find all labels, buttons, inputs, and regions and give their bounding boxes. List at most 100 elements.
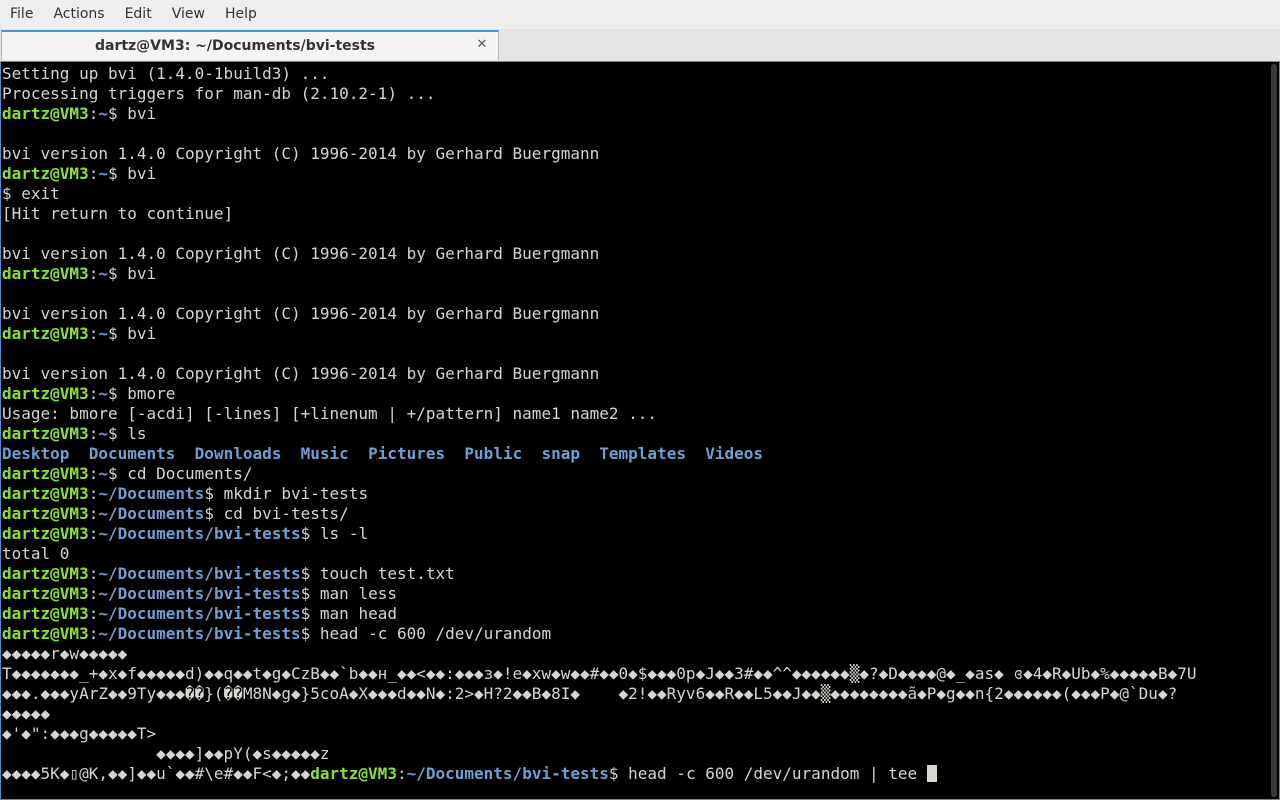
terminal-text: : — [88, 484, 99, 503]
terminal-scrollbar[interactable] — [1269, 64, 1277, 797]
menubar: File Actions Edit View Help — [0, 0, 1280, 29]
prompt-path: ~ — [98, 164, 108, 183]
menu-actions[interactable]: Actions — [43, 0, 114, 29]
terminal-text: $ bvi — [107, 164, 157, 183]
terminal-text: : — [88, 624, 99, 643]
menu-help[interactable]: Help — [215, 0, 267, 29]
terminal-text: $ ls — [107, 424, 147, 443]
prompt-path: ~ — [98, 324, 108, 343]
terminal-text: $ bvi — [107, 104, 157, 123]
terminal-text: $ head -c 600 /dev/urandom — [300, 624, 552, 643]
prompt-user: dartz@VM3 — [2, 164, 89, 183]
close-icon[interactable]: ✕ — [474, 37, 490, 53]
prompt-path: ~ — [98, 464, 108, 483]
terminal-line: ◆◆◆◆]◆◆pY(◆s◆◆◆◆◆z — [2, 744, 1268, 764]
terminal-output: Setting up bvi (1.4.0-1build3) ... Proces… — [2, 64, 1268, 784]
terminal-line: ◆◆◆◆5K◆▯@K,◆◆]◆◆u`◆◆#\e#◆◆F<◆;◆◆dartz@VM… — [2, 764, 1268, 784]
prompt-path: ~/Documents/bvi-tests — [406, 764, 609, 783]
directory-name: Music — [300, 444, 349, 463]
terminal-line: ◆◆◆◆◆ — [2, 704, 1268, 724]
terminal-tab[interactable]: dartz@VM3: ~/Documents/bvi-tests ✕ — [1, 30, 499, 60]
terminal-text: T◆◆◆◆◆◆◆_+◆x◆f◆◆◆◆◆d)◆◆q◆◆t◆g◆CzB◆◆`b◆◆н… — [2, 664, 1197, 683]
terminal-text: : — [88, 524, 99, 543]
terminal-line: dartz@VM3:~$ bvi — [2, 264, 1268, 284]
terminal-line: bvi version 1.4.0 Copyright (C) 1996-201… — [2, 304, 1268, 324]
prompt-user: dartz@VM3 — [2, 584, 89, 603]
terminal-text: bvi version 1.4.0 Copyright (C) 1996-201… — [2, 144, 600, 163]
prompt-user: dartz@VM3 — [2, 484, 89, 503]
terminal-line: ◆'◆":◆◆◆g◆◆◆◆◆T> — [2, 724, 1268, 744]
terminal-line: bvi version 1.4.0 Copyright (C) 1996-201… — [2, 144, 1268, 164]
terminal-text: : — [88, 504, 99, 523]
terminal-text: : — [88, 584, 99, 603]
terminal-text: : — [88, 604, 99, 623]
terminal-line: dartz@VM3:~$ bvi — [2, 104, 1268, 124]
scrollbar-thumb[interactable] — [1271, 64, 1277, 797]
prompt-path: ~ — [98, 264, 108, 283]
terminal-line: dartz@VM3:~$ cd Documents/ — [2, 464, 1268, 484]
directory-name: Pictures — [368, 444, 446, 463]
prompt-user: dartz@VM3 — [2, 424, 89, 443]
terminal-line: dartz@VM3:~$ bvi — [2, 164, 1268, 184]
terminal-line: dartz@VM3:~$ ls — [2, 424, 1268, 444]
menu-file[interactable]: File — [0, 0, 43, 29]
tab-bar: dartz@VM3: ~/Documents/bvi-tests ✕ — [0, 29, 1280, 61]
terminal-line: dartz@VM3:~/Documents$ mkdir bvi-tests — [2, 484, 1268, 504]
terminal-text: $ head -c 600 /dev/urandom | tee — [608, 764, 927, 783]
prompt-user: dartz@VM3 — [2, 604, 89, 623]
terminal-line: dartz@VM3:~/Documents/bvi-tests$ ls -l — [2, 524, 1268, 544]
terminal-text: $ cd bvi-tests/ — [204, 504, 349, 523]
terminal-text: $ touch test.txt — [300, 564, 455, 583]
terminal-text: bvi version 1.4.0 Copyright (C) 1996-201… — [2, 244, 600, 263]
prompt-path: ~/Documents/bvi-tests — [98, 524, 301, 543]
terminal-text: Usage: bmore [-acdi] [-lines] [+linenum … — [2, 404, 658, 423]
menu-view[interactable]: View — [162, 0, 215, 29]
terminal-line: dartz@VM3:~/Documents/bvi-tests$ head -c… — [2, 624, 1268, 644]
terminal-line: bvi version 1.4.0 Copyright (C) 1996-201… — [2, 364, 1268, 384]
tab-title: dartz@VM3: ~/Documents/bvi-tests — [94, 38, 376, 54]
menu-edit[interactable]: Edit — [115, 0, 162, 29]
terminal-line: Processing triggers for man-db (2.10.2-1… — [2, 84, 1268, 104]
prompt-path: ~/Documents/bvi-tests — [98, 564, 301, 583]
terminal-line: dartz@VM3:~/Documents/bvi-tests$ touch t… — [2, 564, 1268, 584]
terminal-view[interactable]: Setting up bvi (1.4.0-1build3) ... Proces… — [0, 61, 1280, 800]
prompt-user: dartz@VM3 — [2, 504, 89, 523]
prompt-user: dartz@VM3 — [2, 524, 89, 543]
terminal-line: T◆◆◆◆◆◆◆_+◆x◆f◆◆◆◆◆d)◆◆q◆◆t◆g◆CzB◆◆`b◆◆н… — [2, 664, 1268, 684]
prompt-path: ~ — [98, 384, 108, 403]
terminal-line: dartz@VM3:~/Documents/bvi-tests$ man les… — [2, 584, 1268, 604]
prompt-path: ~ — [98, 104, 108, 123]
prompt-path: ~/Documents — [98, 484, 205, 503]
directory-name: Desktop — [2, 444, 70, 463]
terminal-text: ◆'◆":◆◆◆g◆◆◆◆◆T> — [2, 724, 157, 743]
terminal-line: dartz@VM3:~/Documents/bvi-tests$ man hea… — [2, 604, 1268, 624]
terminal-text: ◆◆◆◆◆r◆w◆◆◆◆◆ — [2, 644, 128, 663]
terminal-text: $ bvi — [107, 324, 157, 343]
terminal-text: bvi version 1.4.0 Copyright (C) 1996-201… — [2, 364, 600, 383]
terminal-line: ◆◆◆.◆◆◆yArZ◆◆9Ty◆◆◆��}(��M8N◆g◆}5coA◆X◆◆… — [2, 684, 1268, 704]
terminal-text: : — [88, 324, 99, 343]
terminal-text: : — [88, 384, 99, 403]
terminal-text: : — [88, 104, 99, 123]
terminal-line: Usage: bmore [-acdi] [-lines] [+linenum … — [2, 404, 1268, 424]
terminal-text: : — [88, 564, 99, 583]
prompt-path: ~/Documents/bvi-tests — [98, 624, 301, 643]
terminal-text: ◆◆◆◆◆ — [2, 704, 51, 723]
directory-name: Public — [464, 444, 523, 463]
terminal-cursor — [926, 765, 937, 782]
terminal-line: dartz@VM3:~$ bmore — [2, 384, 1268, 404]
terminal-line: Setting up bvi (1.4.0-1build3) ... — [2, 64, 1268, 84]
terminal-text: ◆◆◆.◆◆◆yArZ◆◆9Ty◆◆◆��}(��M8N◆g◆}5coA◆X◆◆… — [2, 684, 1178, 703]
terminal-text: : — [396, 764, 407, 783]
terminal-line: total 0 — [2, 544, 1268, 564]
directory-name: Videos — [705, 444, 764, 463]
terminal-text: ◆◆◆◆5K◆▯@K,◆◆]◆◆u`◆◆#\e#◆◆F<◆;◆◆ — [2, 764, 311, 783]
terminal-text: $ mkdir bvi-tests — [204, 484, 369, 503]
